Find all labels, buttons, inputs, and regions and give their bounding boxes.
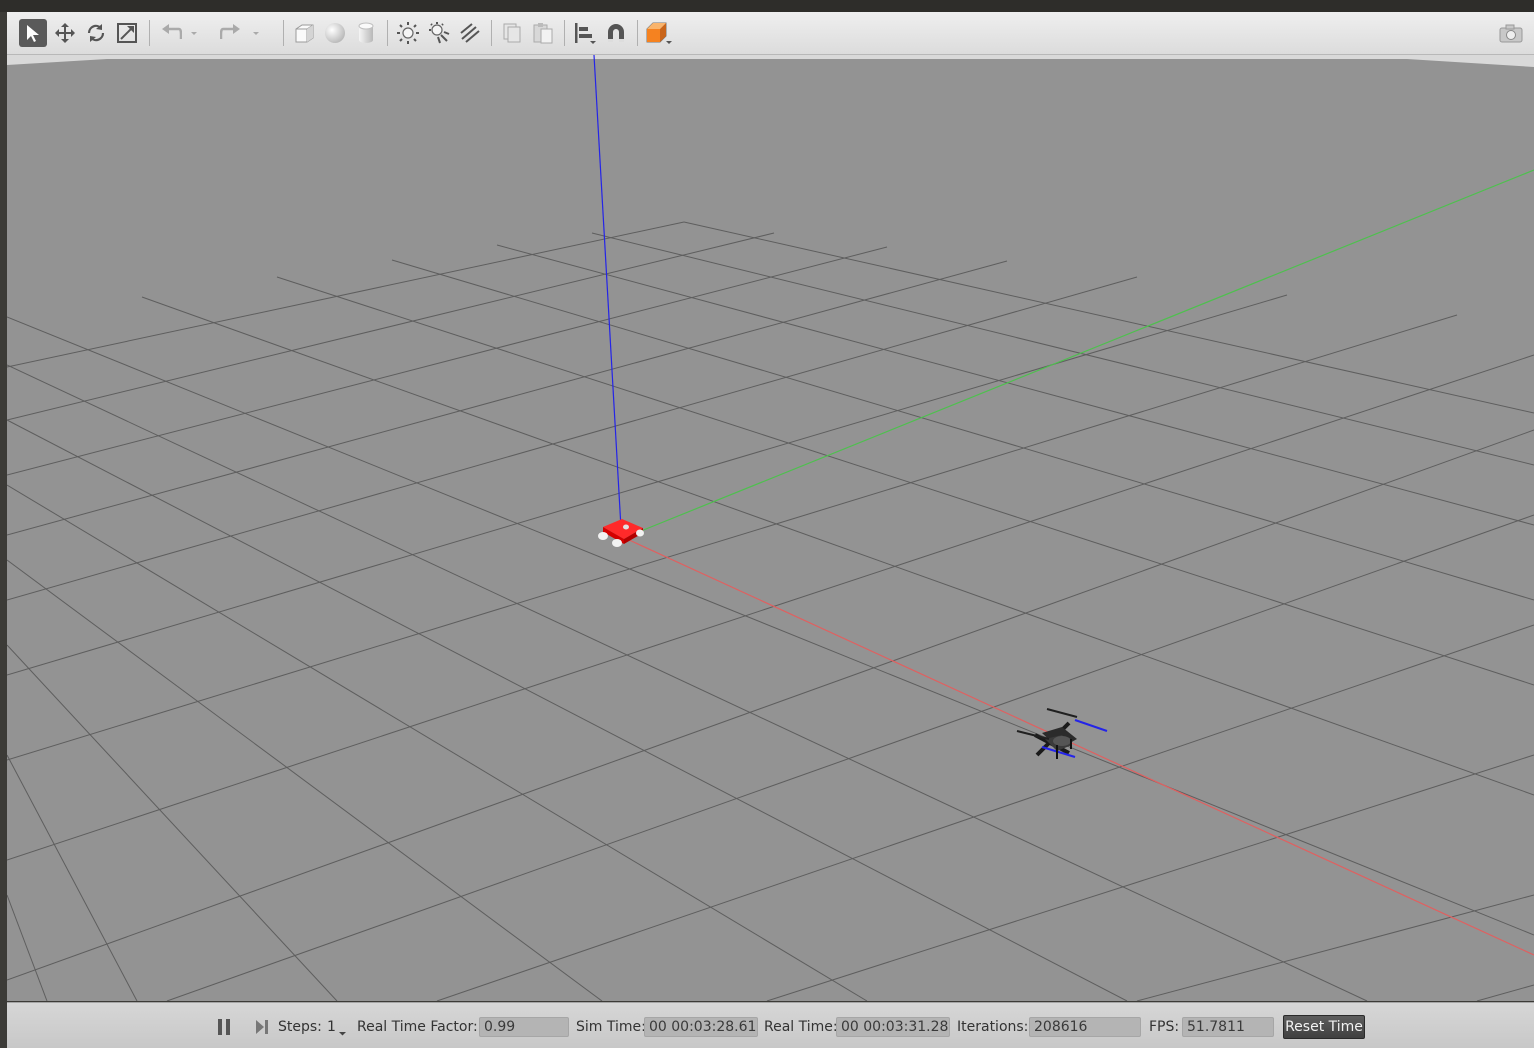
toolbar-separator — [564, 20, 565, 46]
copy-icon — [503, 23, 521, 43]
step-forward-icon — [256, 1020, 268, 1034]
translate-tool-button[interactable] — [51, 19, 79, 47]
fps-field: 51.7811 — [1182, 1017, 1274, 1037]
toolbar-separator — [283, 20, 284, 46]
ground-grid — [7, 221, 1534, 1001]
undo-history-dropdown[interactable] — [187, 19, 201, 47]
spot-light-button[interactable] — [425, 19, 453, 47]
point-light-button[interactable] — [394, 19, 422, 47]
real-time-label: Real Time: — [764, 1019, 838, 1035]
view-angle-button[interactable] — [644, 19, 672, 47]
view-angle-cube-icon — [646, 22, 672, 44]
scene-canvas[interactable] — [7, 55, 1534, 1001]
steps-label: Steps: — [278, 1019, 322, 1035]
toolbar-separator — [491, 20, 492, 46]
paste-button[interactable] — [529, 19, 557, 47]
status-bar: Steps: 1 Real Time Factor: 0.99 Sim Time… — [7, 1002, 1534, 1048]
x-axis-line — [626, 538, 1534, 956]
pause-button[interactable] — [215, 1018, 233, 1036]
screenshot-button[interactable] — [1497, 19, 1525, 47]
redo-button[interactable] — [217, 19, 245, 47]
copy-button[interactable] — [498, 19, 526, 47]
rotate-tool-button[interactable] — [82, 19, 110, 47]
scale-icon — [117, 23, 137, 43]
toolbar — [7, 12, 1534, 55]
sphere-icon — [325, 23, 345, 43]
arrow-cursor-icon — [27, 25, 39, 42]
paste-icon — [533, 23, 553, 44]
left-panel-edge[interactable] — [0, 12, 7, 1047]
undo-icon — [162, 24, 182, 39]
align-icon — [575, 23, 596, 44]
steps-value[interactable]: 1 — [327, 1018, 336, 1036]
iterations-label: Iterations: — [957, 1019, 1029, 1035]
snap-tool-button[interactable] — [602, 19, 630, 47]
fps-label: FPS: — [1149, 1019, 1180, 1035]
magnet-icon — [608, 24, 624, 42]
sim-time-field: 00 00:03:28.616 — [644, 1017, 758, 1037]
real-time-factor-label: Real Time Factor: — [357, 1019, 478, 1035]
pause-icon — [218, 1019, 230, 1035]
y-axis-line — [640, 169, 1534, 532]
quadcopter-drone-model[interactable] — [1016, 708, 1108, 759]
toolbar-separator — [149, 20, 150, 46]
camera-icon — [1499, 24, 1523, 43]
move-arrows-icon — [55, 23, 75, 43]
cylinder-icon — [358, 22, 374, 43]
directional-light-button[interactable] — [456, 19, 484, 47]
spot-light-icon — [429, 22, 450, 44]
3d-viewport[interactable] — [7, 55, 1534, 1001]
box-icon — [295, 24, 314, 43]
chevron-down-icon — [191, 32, 197, 35]
undo-button[interactable] — [157, 19, 185, 47]
box-shape-button[interactable] — [290, 19, 318, 47]
sim-time-label: Sim Time: — [576, 1019, 646, 1035]
chevron-down-icon — [339, 1032, 346, 1036]
steps-dropdown[interactable] — [338, 1025, 347, 1041]
toolbar-separator — [387, 20, 388, 46]
reset-time-button[interactable]: Reset Time — [1283, 1015, 1365, 1039]
sphere-shape-button[interactable] — [321, 19, 349, 47]
red-robot-model[interactable] — [598, 519, 644, 547]
window-top-strip — [0, 0, 1534, 12]
toolbar-separator — [637, 20, 638, 46]
redo-icon — [220, 24, 240, 39]
scale-tool-button[interactable] — [113, 19, 141, 47]
directional-light-icon — [460, 23, 480, 43]
select-tool-button[interactable] — [19, 19, 47, 47]
real-time-factor-field: 0.99 — [479, 1017, 569, 1037]
align-tool-button[interactable] — [571, 19, 599, 47]
z-axis-line — [593, 55, 622, 529]
iterations-field: 208616 — [1029, 1017, 1141, 1037]
step-button[interactable] — [252, 1018, 270, 1036]
chevron-down-icon — [253, 32, 259, 35]
cylinder-shape-button[interactable] — [352, 19, 380, 47]
rotate-icon — [87, 24, 105, 42]
real-time-field: 00 00:03:31.288 — [836, 1017, 950, 1037]
redo-history-dropdown[interactable] — [249, 19, 263, 47]
horizon-band — [7, 55, 1534, 67]
point-light-icon — [397, 22, 419, 44]
